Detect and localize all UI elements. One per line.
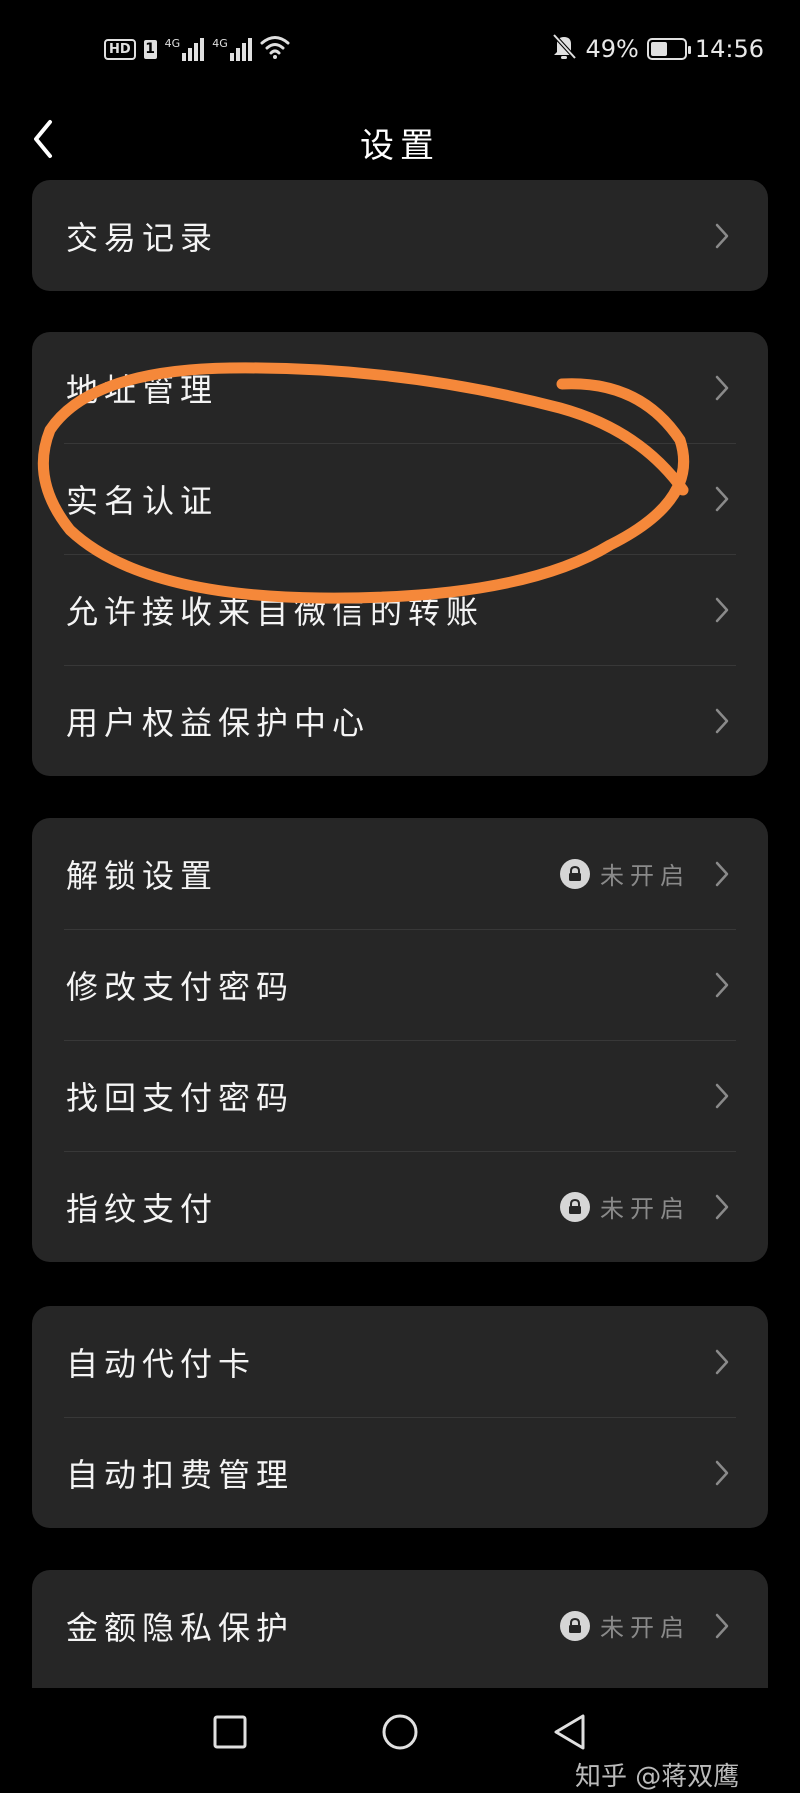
chevron-right-icon bbox=[715, 1460, 729, 1485]
chevron-right-icon bbox=[715, 1083, 729, 1108]
hd-badge: HD bbox=[104, 38, 136, 60]
chevron-right-icon bbox=[715, 375, 729, 400]
status-badge: 未开启 bbox=[560, 1189, 690, 1224]
circle-icon[interactable] bbox=[380, 1712, 420, 1752]
settings-item-auto-pay-card[interactable]: 自动代付卡 bbox=[32, 1306, 768, 1417]
lock-icon bbox=[560, 1191, 590, 1222]
settings-item-transaction-records[interactable]: 交易记录 bbox=[32, 180, 768, 291]
settings-group-privacy: 金额隐私保护 未开启 bbox=[32, 1570, 768, 1688]
page-header: 设置 bbox=[0, 96, 800, 186]
settings-item-real-name-verification[interactable]: 实名认证 bbox=[32, 443, 768, 554]
lock-icon bbox=[560, 858, 590, 889]
settings-item-address-management[interactable]: 地址管理 bbox=[32, 332, 768, 443]
chevron-right-icon bbox=[715, 708, 729, 733]
status-text: 未开启 bbox=[600, 1614, 690, 1642]
chevron-right-icon bbox=[715, 597, 729, 622]
status-text: 未开启 bbox=[600, 862, 690, 890]
settings-group-transactions: 交易记录 bbox=[32, 180, 768, 291]
settings-item-label: 地址管理 bbox=[66, 370, 219, 409]
settings-item-user-rights-center[interactable]: 用户权益保护中心 bbox=[32, 665, 768, 776]
status-bar-right: 49% 14:56 bbox=[551, 32, 764, 66]
square-icon[interactable] bbox=[210, 1712, 250, 1752]
settings-group-security: 解锁设置 未开启 修改支付密码 找回支付密码 指纹支付 未开启 bbox=[32, 818, 768, 1262]
lock-icon bbox=[560, 1610, 590, 1641]
settings-item-label: 指纹支付 bbox=[66, 1189, 219, 1228]
chevron-right-icon bbox=[715, 1194, 729, 1219]
signal-icon: 4G bbox=[165, 37, 205, 61]
settings-item-auto-deduction-management[interactable]: 自动扣费管理 bbox=[32, 1417, 768, 1528]
chevron-right-icon bbox=[715, 486, 729, 511]
chevron-right-icon bbox=[715, 1613, 729, 1638]
battery-icon bbox=[646, 38, 691, 60]
settings-item-change-payment-password[interactable]: 修改支付密码 bbox=[32, 929, 768, 1040]
settings-item-label: 解锁设置 bbox=[66, 856, 219, 895]
status-badge: 未开启 bbox=[560, 856, 690, 891]
status-bar-left: HD 1 4G 4G bbox=[104, 32, 290, 66]
signal-icon: 4G bbox=[212, 37, 252, 61]
settings-item-label: 交易记录 bbox=[66, 218, 219, 257]
chevron-right-icon bbox=[715, 1349, 729, 1374]
settings-item-amount-privacy[interactable]: 金额隐私保护 未开启 bbox=[32, 1570, 768, 1681]
triangle-back-icon[interactable] bbox=[550, 1712, 590, 1752]
watermark: 知乎 @蒋双鹰 bbox=[575, 1762, 740, 1792]
chevron-right-icon bbox=[715, 861, 729, 886]
network-type-label: 4G bbox=[212, 37, 228, 50]
settings-item-recover-payment-password[interactable]: 找回支付密码 bbox=[32, 1040, 768, 1151]
status-text: 未开启 bbox=[600, 1195, 690, 1223]
settings-item-label: 实名认证 bbox=[66, 481, 219, 520]
battery-percent: 49% bbox=[585, 35, 639, 63]
settings-item-label: 允许接收来自微信的转账 bbox=[66, 592, 485, 631]
settings-item-label: 找回支付密码 bbox=[66, 1078, 295, 1117]
settings-item-unlock-settings[interactable]: 解锁设置 未开启 bbox=[32, 818, 768, 929]
chevron-right-icon bbox=[715, 972, 729, 997]
status-badge: 未开启 bbox=[560, 1608, 690, 1643]
status-bar: HD 1 4G 4G 49% 14:56 bbox=[0, 0, 800, 96]
settings-group-auto-payment: 自动代付卡 自动扣费管理 bbox=[32, 1306, 768, 1528]
settings-item-label: 用户权益保护中心 bbox=[66, 703, 371, 742]
clock: 14:56 bbox=[694, 35, 764, 63]
settings-item-label: 金额隐私保护 bbox=[66, 1608, 295, 1647]
chevron-right-icon bbox=[715, 223, 729, 248]
sim-badge: 1 bbox=[143, 39, 157, 59]
settings-group-account: 地址管理 实名认证 允许接收来自微信的转账 用户权益保护中心 bbox=[32, 332, 768, 776]
network-type-label: 4G bbox=[164, 37, 181, 50]
settings-item-label: 自动代付卡 bbox=[66, 1344, 257, 1383]
settings-item-allow-wechat-transfer[interactable]: 允许接收来自微信的转账 bbox=[32, 554, 768, 665]
settings-item-label: 修改支付密码 bbox=[66, 967, 295, 1006]
settings-item-fingerprint-payment[interactable]: 指纹支付 未开启 bbox=[32, 1151, 768, 1262]
wifi-icon bbox=[260, 35, 290, 63]
bell-off-icon bbox=[551, 32, 577, 66]
page-title: 设置 bbox=[360, 126, 440, 166]
settings-item-label: 自动扣费管理 bbox=[66, 1455, 295, 1494]
